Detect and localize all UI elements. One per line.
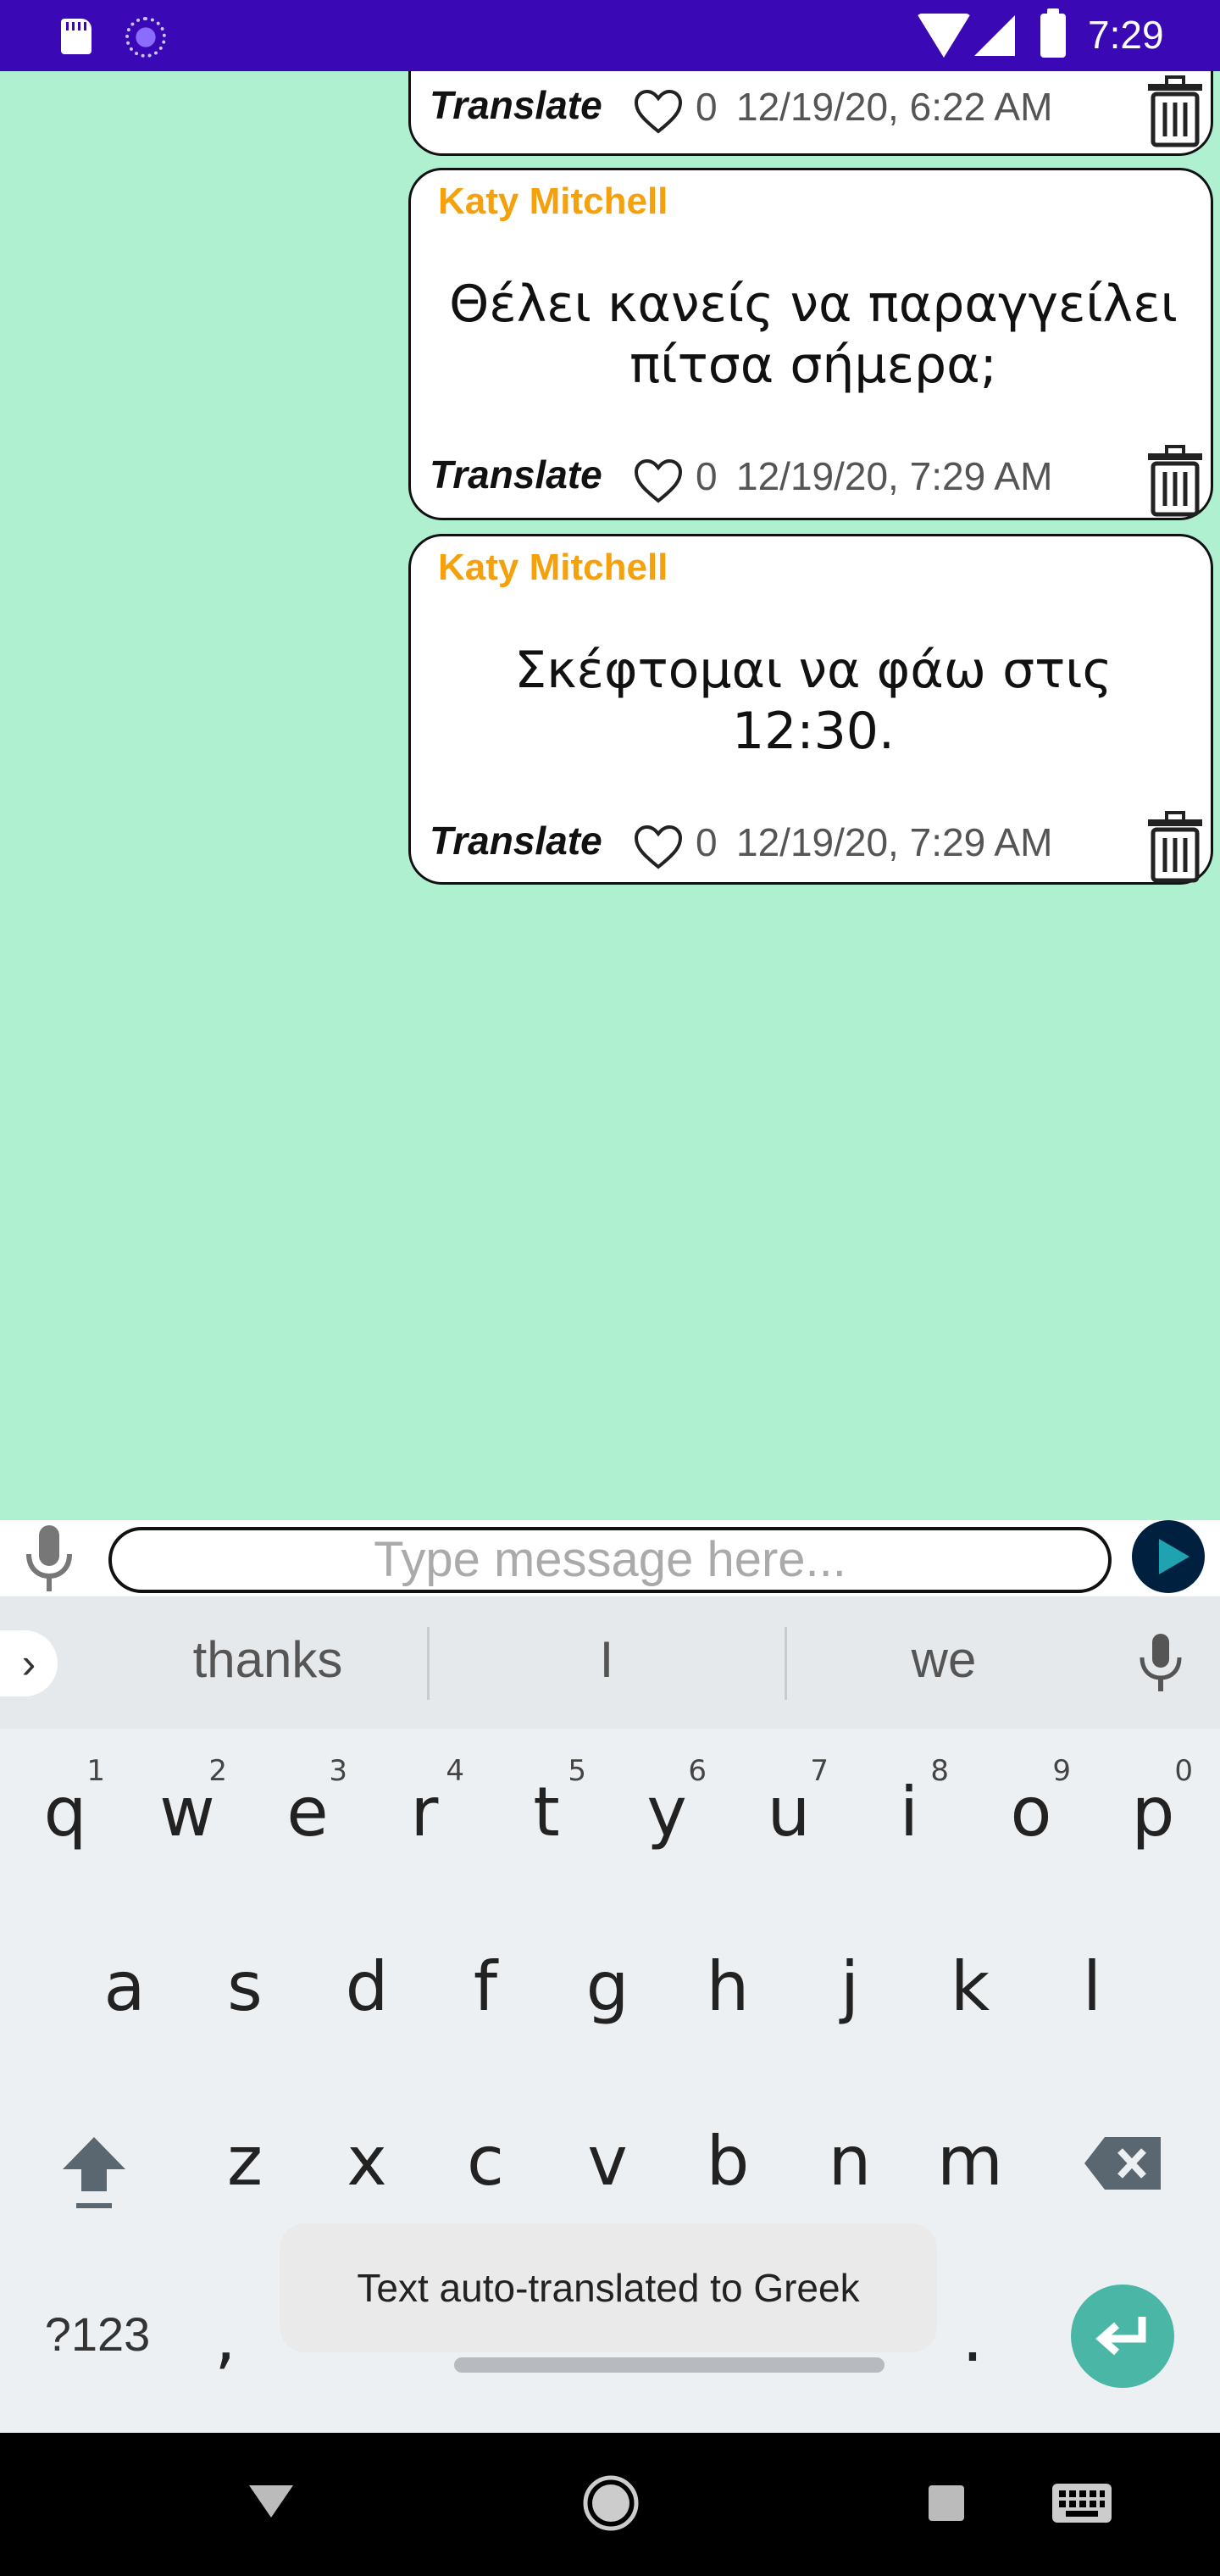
key-q[interactable]: 1q bbox=[10, 1729, 120, 1864]
message-composer: Type message here... bbox=[0, 1520, 1220, 1596]
status-clock: 7:29 bbox=[1088, 13, 1164, 57]
message-text: Θέλει κανείς να παραγγείλει πίτσα σήμερα… bbox=[449, 275, 1178, 395]
key-z[interactable]: z bbox=[190, 2078, 300, 2213]
key-b[interactable]: b bbox=[673, 2078, 783, 2213]
heart-icon[interactable] bbox=[633, 458, 684, 504]
keyboard-switch-icon[interactable] bbox=[1051, 2482, 1113, 2524]
message-sender: Katy Mitchell bbox=[438, 547, 668, 588]
key-n[interactable]: n bbox=[795, 2078, 905, 2213]
message-sender: Katy Mitchell bbox=[438, 180, 668, 222]
send-button[interactable] bbox=[1132, 1520, 1205, 1593]
translate-button[interactable]: Translate bbox=[430, 818, 602, 863]
wifi-icon bbox=[917, 14, 971, 58]
suggestion-item[interactable]: I bbox=[446, 1630, 768, 1689]
key-m[interactable]: m bbox=[915, 2078, 1025, 2213]
status-bar: 7:29 bbox=[0, 0, 1220, 71]
chevron-right-icon[interactable]: › bbox=[0, 1630, 58, 1696]
key-v[interactable]: v bbox=[552, 2078, 663, 2213]
like-count: 0 bbox=[696, 454, 718, 498]
key-x[interactable]: x bbox=[312, 2078, 422, 2213]
heart-icon[interactable] bbox=[633, 89, 684, 135]
key-k[interactable]: k bbox=[915, 1903, 1025, 2039]
enter-icon bbox=[1095, 2317, 1146, 2356]
message-input[interactable]: Type message here... bbox=[108, 1527, 1112, 1593]
cell-signal-icon bbox=[974, 15, 1015, 56]
key-period[interactable]: . bbox=[939, 2256, 1006, 2391]
key-p[interactable]: 0p bbox=[1098, 1729, 1208, 1864]
message-bubble: Katy Mitchell Θέλει κανείς να παραγγείλε… bbox=[408, 168, 1213, 520]
key-l[interactable]: l bbox=[1037, 1903, 1147, 2039]
back-icon[interactable] bbox=[246, 2480, 297, 2523]
message-bubble: Katy Mitchell Σκέφτομαι να φάω στις 12:3… bbox=[408, 534, 1213, 885]
trash-icon[interactable] bbox=[1145, 75, 1206, 148]
message-footer: Translate 0 12/19/20, 6:22 AM bbox=[430, 71, 1209, 147]
key-f[interactable]: f bbox=[430, 1903, 541, 2039]
message-footer: Translate 0 12/19/20, 7:29 AM bbox=[430, 440, 1209, 517]
sync-icon bbox=[125, 17, 166, 58]
voice-input-icon[interactable] bbox=[1135, 1630, 1186, 1696]
key-comma[interactable]: , bbox=[191, 2256, 259, 2391]
key-a[interactable]: a bbox=[69, 1903, 180, 2039]
message-timestamp: 12/19/20, 6:22 AM bbox=[736, 85, 1053, 129]
home-icon[interactable] bbox=[581, 2473, 640, 2533]
key-d[interactable]: d bbox=[312, 1903, 422, 2039]
key-h[interactable]: h bbox=[673, 1903, 783, 2039]
recents-icon[interactable] bbox=[927, 2484, 966, 2523]
suggestion-bar: › thanks I we bbox=[0, 1596, 1220, 1729]
key-t[interactable]: 5t bbox=[491, 1729, 602, 1864]
key-w[interactable]: 2w bbox=[132, 1729, 242, 1864]
key-s[interactable]: s bbox=[190, 1903, 300, 2039]
key-o[interactable]: 9o bbox=[976, 1729, 1086, 1864]
message-bubble: Translate 0 12/19/20, 6:22 AM bbox=[408, 71, 1213, 156]
heart-icon[interactable] bbox=[633, 824, 684, 870]
key-e[interactable]: 3e bbox=[252, 1729, 363, 1864]
message-text: Σκέφτομαι να φάω στις 12:30. bbox=[514, 641, 1112, 761]
key-c[interactable]: c bbox=[430, 2078, 541, 2213]
backspace-icon[interactable] bbox=[1081, 2134, 1166, 2193]
background-wave bbox=[0, 842, 1220, 1520]
key-i[interactable]: 8i bbox=[854, 1729, 964, 1864]
message-footer: Translate 0 12/19/20, 7:29 AM bbox=[430, 806, 1209, 883]
suggestion-item[interactable]: we bbox=[783, 1630, 1105, 1689]
battery-icon bbox=[1040, 8, 1066, 58]
key-y[interactable]: 6y bbox=[612, 1729, 722, 1864]
key-symbols[interactable]: ?123 bbox=[25, 2256, 169, 2391]
translate-button[interactable]: Translate bbox=[430, 82, 602, 128]
key-j[interactable]: j bbox=[795, 1903, 905, 2039]
shift-icon[interactable] bbox=[56, 2130, 132, 2215]
sd-card-icon bbox=[61, 19, 92, 54]
key-u[interactable]: 7u bbox=[734, 1729, 844, 1864]
chat-area[interactable]: Translate 0 12/19/20, 6:22 AM Katy Mitch… bbox=[0, 71, 1220, 1520]
like-count: 0 bbox=[696, 85, 718, 129]
trash-icon[interactable] bbox=[1145, 811, 1206, 884]
suggestion-divider bbox=[427, 1627, 430, 1700]
space-bar[interactable] bbox=[454, 2357, 884, 2373]
trash-icon[interactable] bbox=[1145, 445, 1206, 518]
message-timestamp: 12/19/20, 7:29 AM bbox=[736, 820, 1053, 864]
like-count: 0 bbox=[696, 820, 718, 864]
key-g[interactable]: g bbox=[552, 1903, 663, 2039]
suggestion-item[interactable]: thanks bbox=[107, 1630, 429, 1689]
navigation-bar bbox=[0, 2433, 1220, 2576]
toast-message: Text auto-translated to Greek bbox=[280, 2223, 937, 2352]
message-timestamp: 12/19/20, 7:29 AM bbox=[736, 454, 1053, 498]
translate-button[interactable]: Translate bbox=[430, 452, 602, 497]
key-r[interactable]: 4r bbox=[369, 1729, 480, 1864]
enter-key[interactable] bbox=[1071, 2285, 1174, 2388]
microphone-icon[interactable] bbox=[20, 1522, 78, 1595]
